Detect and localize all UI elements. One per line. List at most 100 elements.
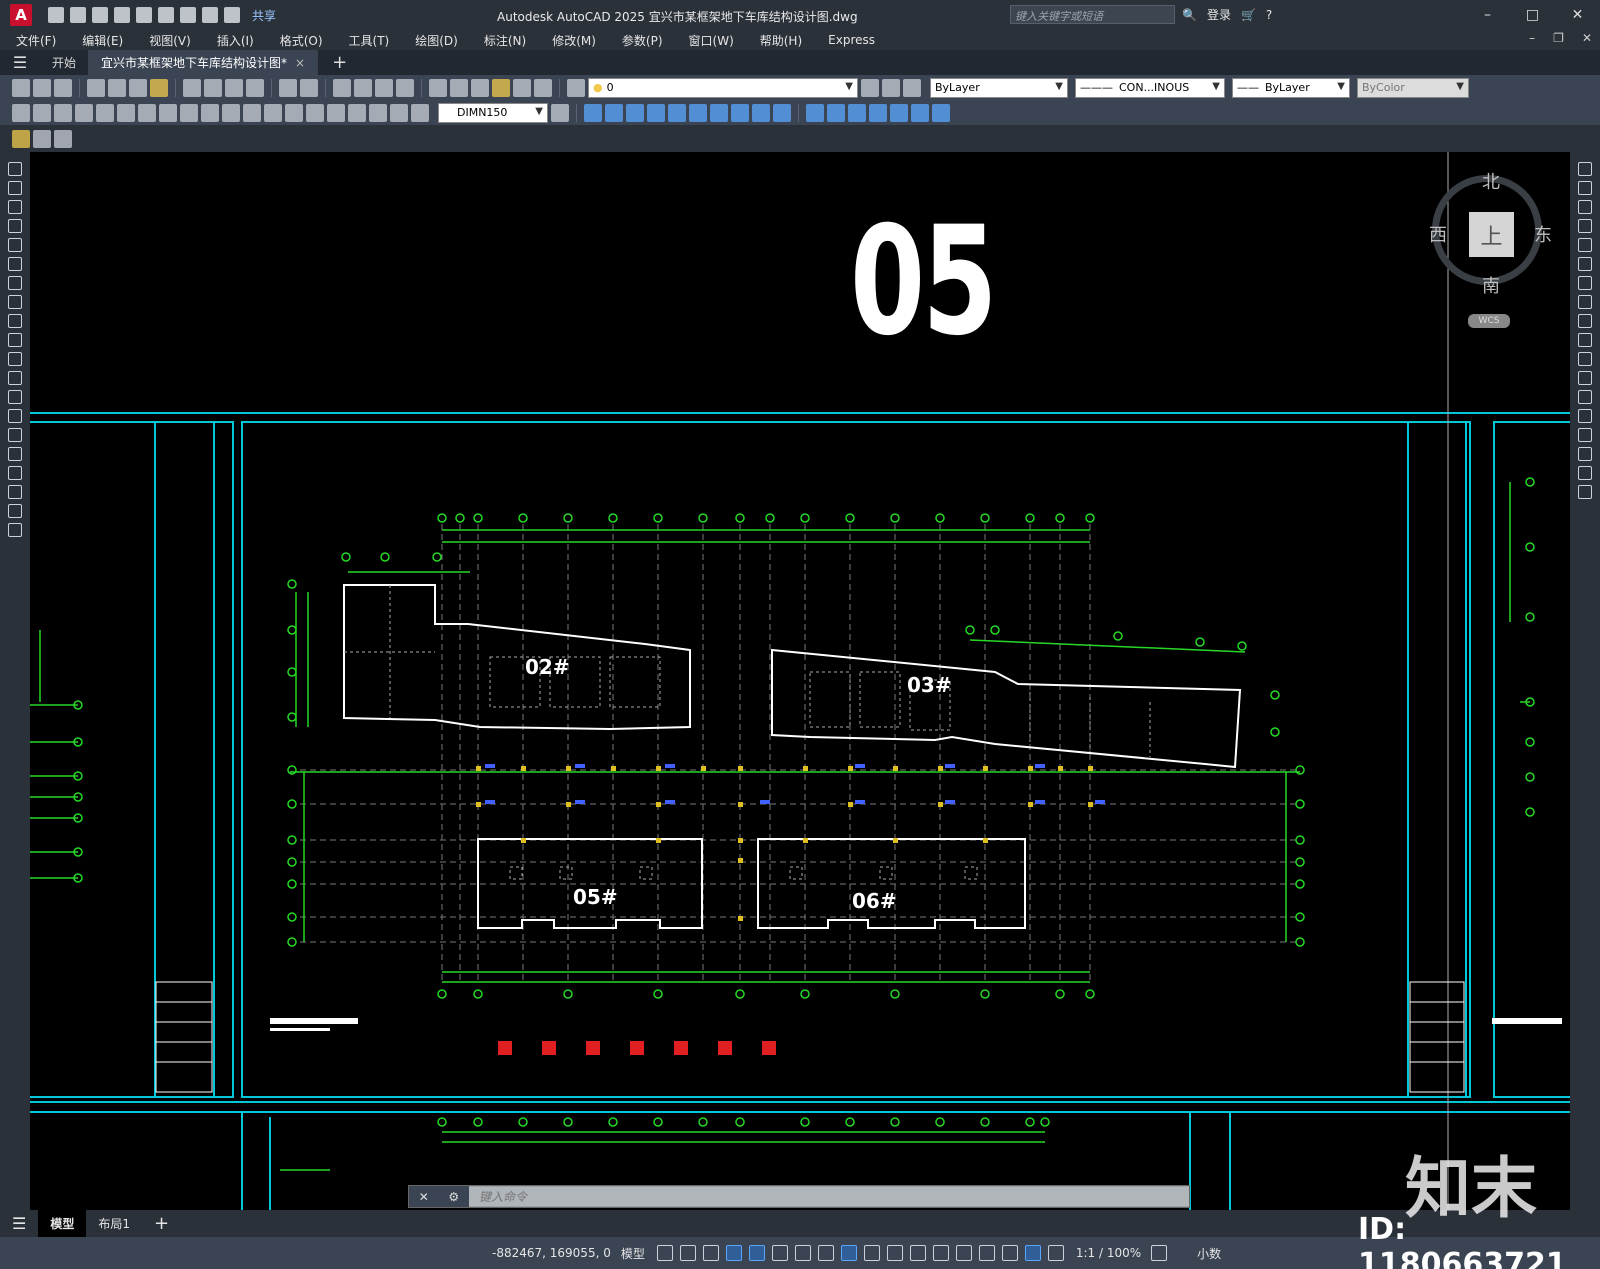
mirror-icon[interactable] <box>1578 200 1592 214</box>
dim-break-icon[interactable] <box>264 103 282 122</box>
menu-draw[interactable]: 绘图(D) <box>415 32 458 49</box>
layer-match-icon[interactable] <box>12 129 30 148</box>
minimize-button[interactable]: – <box>1465 0 1510 30</box>
undo-icon[interactable] <box>202 7 218 23</box>
gizmo-icon[interactable] <box>1001 1245 1018 1261</box>
view-bottom-icon[interactable] <box>605 103 623 122</box>
add-layout-button[interactable]: + <box>142 1210 181 1237</box>
view-front-icon[interactable] <box>668 103 686 122</box>
publish-icon[interactable] <box>129 78 147 97</box>
ucs-world-icon[interactable] <box>827 103 845 122</box>
menu-file[interactable]: 文件(F) <box>16 32 56 49</box>
command-input[interactable] <box>469 1187 1189 1206</box>
dynamic-input-icon[interactable] <box>725 1245 742 1261</box>
construction-line-icon[interactable] <box>8 181 22 195</box>
make-block-icon[interactable] <box>8 390 22 404</box>
tab-start[interactable]: 开始 <box>40 50 90 75</box>
view-nw-icon[interactable] <box>773 103 791 122</box>
open-icon[interactable] <box>33 78 51 97</box>
save-web-icon[interactable] <box>158 7 174 23</box>
redo-icon[interactable] <box>224 7 240 23</box>
table-icon[interactable] <box>8 485 22 499</box>
point-icon[interactable] <box>8 409 22 423</box>
selection-filter-icon[interactable] <box>978 1245 995 1261</box>
insert-block-icon[interactable] <box>8 371 22 385</box>
plot-icon[interactable] <box>180 7 196 23</box>
ucs-view-icon[interactable] <box>911 103 929 122</box>
auto-scale-icon[interactable] <box>1047 1245 1064 1261</box>
layout-menu-icon[interactable]: ☰ <box>0 1210 38 1237</box>
cad-drawing[interactable]: 02# 03# 05# 06# <box>30 152 1570 1210</box>
new-tab-button[interactable]: + <box>332 52 347 73</box>
scale-icon[interactable] <box>1578 295 1592 309</box>
explode-icon[interactable] <box>1578 485 1592 499</box>
ellipse-arc-icon[interactable] <box>8 352 22 366</box>
compass-west-label[interactable]: 西 <box>1429 221 1447 247</box>
dim-style-icon[interactable] <box>551 103 569 122</box>
customize-icon[interactable]: ⚙ <box>448 1190 459 1204</box>
arc-length-icon[interactable] <box>54 103 72 122</box>
layer-state-icon[interactable] <box>903 78 921 97</box>
arc-icon[interactable] <box>8 257 22 271</box>
ucs-face-icon[interactable] <box>869 103 887 122</box>
maximize-button[interactable]: □ <box>1510 0 1555 30</box>
dim-text-edit-icon[interactable] <box>390 103 408 122</box>
baseline-dim-icon[interactable] <box>201 103 219 122</box>
zoom-realtime-icon[interactable] <box>354 78 372 97</box>
region-icon[interactable] <box>8 466 22 480</box>
rectangle-icon[interactable] <box>8 238 22 252</box>
properties-icon[interactable] <box>429 78 447 97</box>
linear-dim-icon[interactable] <box>12 103 30 122</box>
tab-document[interactable]: 宜兴市某框架地下车库结构设计图* × <box>89 50 319 75</box>
pan-icon[interactable] <box>333 78 351 97</box>
color-dropdown[interactable]: ByLayer ▼ <box>930 77 1068 98</box>
zoom-previous-icon[interactable] <box>396 78 414 97</box>
extend-icon[interactable] <box>1578 352 1592 366</box>
ucs-object-icon[interactable] <box>890 103 908 122</box>
diameter-dim-icon[interactable] <box>138 103 156 122</box>
radius-dim-icon[interactable] <box>96 103 114 122</box>
calculator-icon[interactable] <box>513 78 531 97</box>
dim-update-icon[interactable] <box>411 103 429 122</box>
offset-icon[interactable] <box>1578 219 1592 233</box>
polar-icon[interactable] <box>771 1245 788 1261</box>
selection-cycling-icon[interactable] <box>909 1245 926 1261</box>
annotation-scale[interactable]: 1:1 / 100% <box>1076 1246 1141 1260</box>
wcs-menu[interactable]: WCS <box>1468 314 1510 328</box>
snap-icon[interactable] <box>679 1245 696 1261</box>
tab-model[interactable]: 模型 <box>38 1210 87 1237</box>
menu-help[interactable]: 帮助(H) <box>760 32 802 49</box>
login-button[interactable]: 登录 <box>1207 6 1231 23</box>
grid-icon[interactable] <box>656 1245 673 1261</box>
view-sw-icon[interactable] <box>710 103 728 122</box>
doc-restore-button[interactable]: ❐ <box>1553 31 1564 45</box>
transparency-icon[interactable] <box>886 1245 903 1261</box>
blend-icon[interactable] <box>1578 466 1592 480</box>
ortho-icon[interactable] <box>748 1245 765 1261</box>
erase-icon[interactable] <box>1578 162 1592 176</box>
move-icon[interactable] <box>1578 257 1592 271</box>
save-icon[interactable] <box>92 7 108 23</box>
save-as-icon[interactable] <box>114 7 130 23</box>
view-left-icon[interactable] <box>626 103 644 122</box>
open-icon[interactable] <box>70 7 86 23</box>
menu-edit[interactable]: 编辑(E) <box>82 32 123 49</box>
menu-icon[interactable]: ☰ <box>0 53 40 72</box>
lineweight-dropdown[interactable]: —— ByLayer ▼ <box>1232 77 1350 98</box>
add-selected-icon[interactable] <box>8 523 22 537</box>
menu-tools[interactable]: 工具(T) <box>349 32 390 49</box>
menu-modify[interactable]: 修改(M) <box>552 32 596 49</box>
spline-icon[interactable] <box>8 314 22 328</box>
copy-icon[interactable] <box>204 78 222 97</box>
inspection-icon[interactable] <box>327 103 345 122</box>
linetype-dropdown[interactable]: ——— CON...INOUS ▼ <box>1075 77 1225 98</box>
make-current-icon[interactable] <box>861 78 879 97</box>
open-web-icon[interactable] <box>136 7 152 23</box>
isodraft-icon[interactable] <box>794 1245 811 1261</box>
menu-express[interactable]: Express <box>828 33 875 47</box>
search-icon[interactable]: 🔍 <box>1182 8 1197 22</box>
tab-layout1[interactable]: 布局1 <box>86 1210 142 1237</box>
sheet-set-icon[interactable] <box>492 78 510 97</box>
menu-window[interactable]: 窗口(W) <box>689 32 734 49</box>
view-right-icon[interactable] <box>647 103 665 122</box>
